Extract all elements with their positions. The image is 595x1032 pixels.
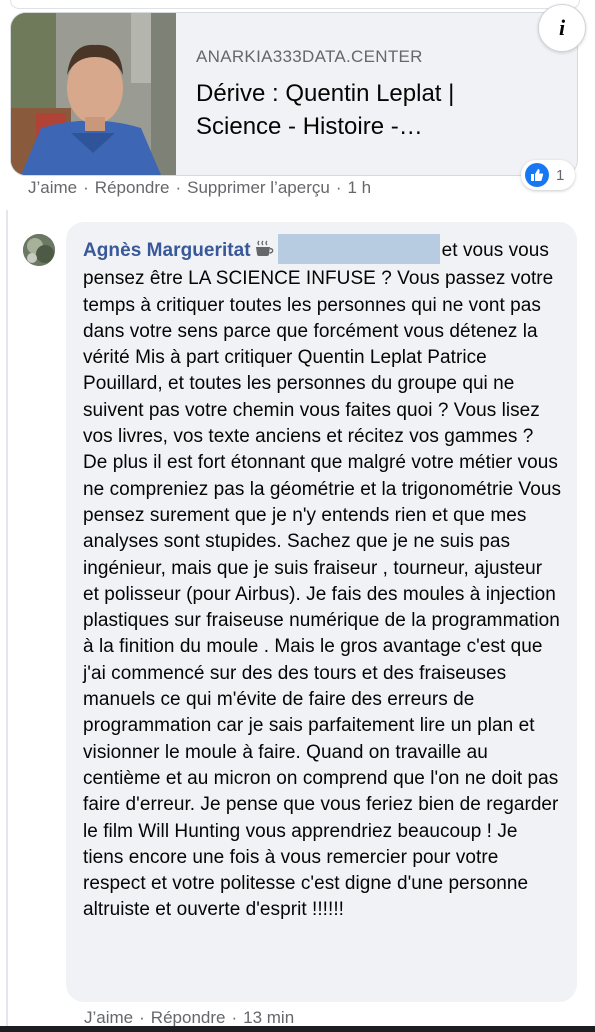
separator: · [175, 178, 182, 197]
comment-body: Agnès Margueritat et vous vous pensez êtr… [83, 234, 563, 924]
link-title-line-1: Dérive : Quentin Leplat | [196, 80, 455, 107]
reply-link[interactable]: Répondre [151, 1008, 226, 1027]
remove-preview-link[interactable]: Supprimer l’aperçu [187, 178, 330, 197]
timestamp[interactable]: 1 h [348, 178, 372, 197]
reaction-count: 1 [556, 166, 565, 184]
bottom-edge [0, 1026, 595, 1032]
link-thumbnail[interactable] [11, 13, 176, 175]
timestamp[interactable]: 13 min [243, 1008, 294, 1027]
reaction-summary[interactable]: 1 [521, 160, 575, 190]
link-title-line-2: Science - Histoire -… [196, 113, 423, 140]
link-title[interactable]: Dérive : Quentin Leplat | Science - Hist… [196, 77, 536, 143]
info-icon: i [558, 15, 566, 40]
first-comment-actions: J’aime · Répondre · Supprimer l’aperçu · 1 h [28, 178, 371, 198]
comment-thread: ANARKIA333DATA.CENTER Dérive : Quentin L… [0, 0, 595, 1032]
separator: · [335, 178, 342, 197]
info-button[interactable]: i [538, 4, 586, 52]
redacted-name [277, 234, 440, 264]
coffee-icon [254, 240, 274, 266]
link-preview-card[interactable]: ANARKIA333DATA.CENTER Dérive : Quentin L… [10, 12, 578, 176]
previous-comment-edge [10, 0, 580, 9]
avatar[interactable] [23, 234, 55, 266]
thread-line [6, 210, 8, 1032]
like-link[interactable]: J’aime [84, 1008, 133, 1027]
separator: · [231, 1008, 238, 1027]
comment-text: et vous vous pensez être LA SCIENCE INFU… [83, 240, 562, 921]
comment-author[interactable]: Agnès Margueritat [83, 240, 251, 261]
reply-link[interactable]: Répondre [95, 178, 170, 197]
like-link[interactable]: J’aime [28, 178, 77, 197]
separator: · [83, 178, 89, 197]
comment-bubble: Agnès Margueritat et vous vous pensez êtr… [66, 222, 577, 1002]
link-domain: ANARKIA333DATA.CENTER [196, 47, 423, 66]
separator: · [139, 1008, 145, 1027]
second-comment-actions: J’aime · Répondre · 13 min [84, 1008, 294, 1028]
like-icon [525, 163, 549, 187]
link-text-block[interactable]: ANARKIA333DATA.CENTER Dérive : Quentin L… [196, 47, 536, 143]
